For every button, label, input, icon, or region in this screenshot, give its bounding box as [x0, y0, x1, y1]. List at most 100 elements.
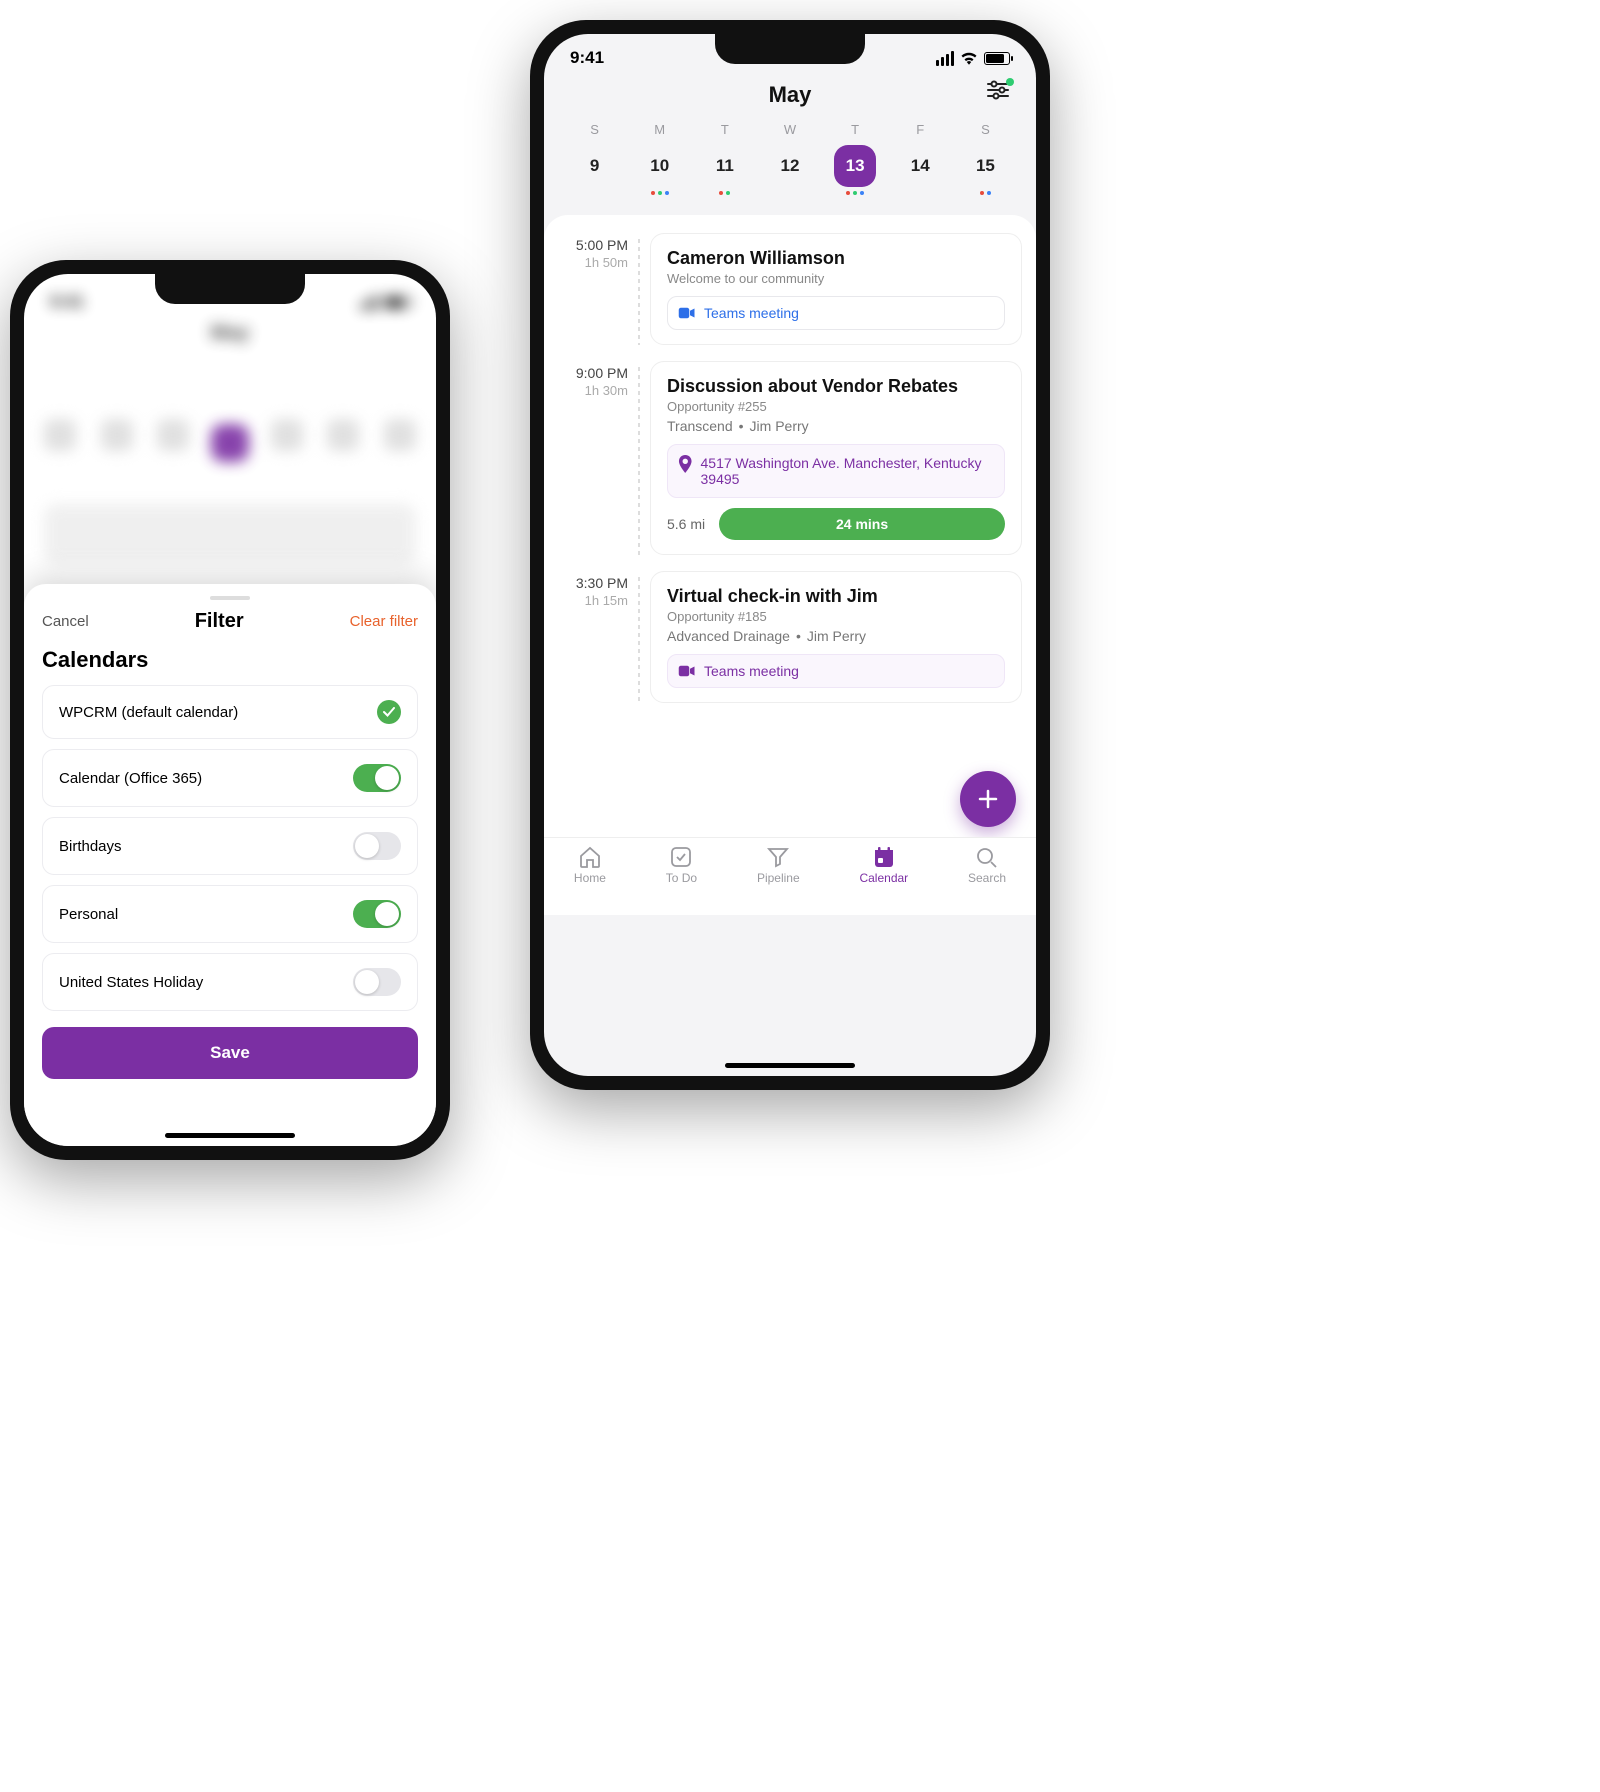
- day-9[interactable]: S9: [562, 122, 627, 197]
- event-dots: [888, 191, 953, 197]
- event-time: 3:30 PM1h 15m: [558, 571, 628, 703]
- day-14[interactable]: F 14: [888, 122, 953, 197]
- day-12[interactable]: W 12: [757, 122, 822, 197]
- save-button[interactable]: Save: [42, 1027, 418, 1079]
- event-title: Cameron Williamson: [667, 248, 1005, 269]
- location-pin-icon: [678, 455, 693, 473]
- plus-icon: [976, 787, 1000, 811]
- event-dots: [627, 191, 692, 197]
- clear-filter-button[interactable]: Clear filter: [350, 613, 418, 630]
- tab-to-do[interactable]: To Do: [666, 846, 697, 915]
- event-title: Discussion about Vendor Rebates: [667, 376, 1005, 397]
- tab-label: Pipeline: [757, 871, 800, 885]
- tab-bar: Home To Do Pipeline Calendar Search: [544, 837, 1036, 915]
- day-number: 12: [769, 145, 811, 187]
- dow-label: S: [562, 122, 627, 137]
- event-subtitle: Opportunity #185: [667, 609, 1005, 624]
- wifi-icon: [960, 51, 978, 65]
- dow-label: T: [823, 122, 888, 137]
- tab-pipeline[interactable]: Pipeline: [757, 846, 800, 915]
- home-indicator: [165, 1133, 295, 1138]
- month-title: May: [564, 82, 1016, 108]
- phone-calendar: 9:41 May S9M10T11W12T13F14S15: [530, 20, 1050, 1090]
- calendar-option-label: Calendar (Office 365): [59, 770, 202, 787]
- calendar-option[interactable]: Calendar (Office 365): [42, 749, 418, 807]
- cellular-icon: [936, 51, 954, 66]
- dow-label: S: [953, 122, 1018, 137]
- add-event-fab[interactable]: [960, 771, 1016, 827]
- filter-active-indicator: [1006, 78, 1014, 86]
- event-card[interactable]: Virtual check-in with Jim Opportunity #18…: [650, 571, 1022, 703]
- tab-label: Search: [968, 871, 1006, 885]
- event-row: 9:00 PM1h 30m Discussion about Vendor Reb…: [558, 361, 1022, 555]
- battery-icon: [984, 52, 1010, 65]
- event-subtitle: Opportunity #255: [667, 399, 1005, 414]
- event-row: 3:30 PM1h 15m Virtual check-in with Jim Op…: [558, 571, 1022, 703]
- notch: [715, 34, 865, 64]
- tab-calendar[interactable]: Calendar: [859, 846, 908, 915]
- video-icon: [678, 664, 696, 678]
- notch: [155, 274, 305, 304]
- event-meta: Advanced Drainage•Jim Perry: [667, 628, 1005, 644]
- tab-label: Home: [574, 871, 606, 885]
- day-number: 15: [964, 145, 1006, 187]
- event-card[interactable]: Discussion about Vendor Rebates Opportuni…: [650, 361, 1022, 555]
- tab-label: Calendar: [859, 871, 908, 885]
- distance-label: 5.6 mi: [667, 516, 705, 532]
- calendar-option[interactable]: WPCRM (default calendar): [42, 685, 418, 739]
- timeline-rail: [638, 367, 640, 555]
- event-time: 5:00 PM1h 50m: [558, 233, 628, 345]
- day-number: 9: [574, 145, 616, 187]
- address-box[interactable]: 4517 Washington Ave. Manchester, Kentuck…: [667, 444, 1005, 498]
- calendar-option-label: Personal: [59, 906, 118, 923]
- home-indicator: [725, 1063, 855, 1068]
- dow-label: F: [888, 122, 953, 137]
- event-dots: [953, 191, 1018, 197]
- cancel-button[interactable]: Cancel: [42, 613, 89, 630]
- check-icon: [377, 700, 401, 724]
- filter-sheet: Cancel Filter Clear filter Calendars WPC…: [24, 584, 436, 1146]
- phone-filter-sheet: 9:41 May Cancel Filter Clear filter Cale…: [10, 260, 450, 1160]
- toggle-switch[interactable]: [353, 968, 401, 996]
- toggle-switch[interactable]: [353, 900, 401, 928]
- eta-pill[interactable]: 24 mins: [719, 508, 1005, 540]
- event-time: 9:00 PM1h 30m: [558, 361, 628, 555]
- day-13[interactable]: T 13: [823, 122, 888, 197]
- tab-home[interactable]: Home: [574, 846, 606, 915]
- day-number: 13: [834, 145, 876, 187]
- calendar-option-label: WPCRM (default calendar): [59, 704, 238, 721]
- calendar-option[interactable]: United States Holiday: [42, 953, 418, 1011]
- day-number: 11: [704, 145, 746, 187]
- event-card[interactable]: Cameron Williamson Welcome to our communi…: [650, 233, 1022, 345]
- event-subtitle: Welcome to our community: [667, 271, 1005, 286]
- event-meta: Transcend•Jim Perry: [667, 418, 1005, 434]
- day-15[interactable]: S 15: [953, 122, 1018, 197]
- calendar-option-label: Birthdays: [59, 838, 122, 855]
- event-dots: [823, 191, 888, 197]
- sheet-grabber[interactable]: [210, 596, 250, 600]
- day-10[interactable]: M10: [627, 122, 692, 197]
- calendar-option[interactable]: Birthdays: [42, 817, 418, 875]
- day-11[interactable]: T 11: [692, 122, 757, 197]
- status-time: 9:41: [570, 48, 604, 68]
- tab-search[interactable]: Search: [968, 846, 1006, 915]
- dow-label: W: [757, 122, 822, 137]
- sheet-title: Filter: [195, 610, 244, 633]
- toggle-switch[interactable]: [353, 764, 401, 792]
- timeline-rail: [638, 239, 640, 345]
- event-dots: [562, 191, 627, 197]
- tab-label: To Do: [666, 871, 697, 885]
- timeline-rail: [638, 577, 640, 703]
- dow-label: T: [692, 122, 757, 137]
- agenda-list[interactable]: 5:00 PM1h 50m Cameron Williamson Welcome t…: [544, 215, 1036, 915]
- event-title: Virtual check-in with Jim: [667, 586, 1005, 607]
- calendar-option[interactable]: Personal: [42, 885, 418, 943]
- calendars-heading: Calendars: [42, 647, 418, 673]
- day-number: 14: [899, 145, 941, 187]
- event-dots: [757, 191, 822, 197]
- toggle-switch[interactable]: [353, 832, 401, 860]
- teams-meeting-chip[interactable]: Teams meeting: [667, 654, 1005, 688]
- teams-meeting-chip[interactable]: Teams meeting: [667, 296, 1005, 330]
- filter-button[interactable]: [986, 80, 1010, 105]
- calendar-option-label: United States Holiday: [59, 974, 203, 991]
